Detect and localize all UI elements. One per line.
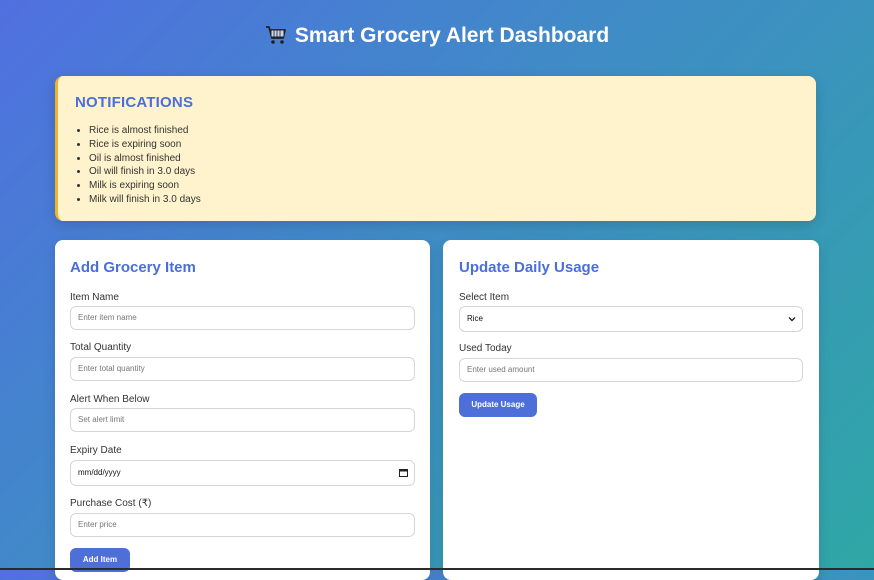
expiry-date-label: Expiry Date [70, 445, 122, 456]
used-today-label: Used Today [459, 343, 512, 354]
used-today-input[interactable]: Enter used amount [459, 358, 803, 382]
page-title-text: Smart Grocery Alert Dashboard [294, 24, 610, 47]
purchase-cost-label: Purchase Cost (₹) [70, 498, 152, 509]
item-name-input[interactable]: Enter item name [70, 306, 415, 330]
select-item-dropdown[interactable]: Rice [459, 306, 803, 332]
update-usage-card: Update Daily Usage Select Item Rice Used… [443, 240, 819, 580]
calendar-icon[interactable] [399, 461, 408, 485]
selected-item-value: Rice [467, 314, 484, 323]
update-usage-title: Update Daily Usage [459, 259, 600, 276]
chevron-down-icon [788, 307, 796, 331]
add-grocery-title: Add Grocery Item [70, 259, 196, 276]
notification-item: Milk is expiring soon [89, 179, 201, 193]
notification-item: Oil will finish in 3.0 days [89, 165, 201, 179]
notifications-title: NOTIFICATIONS [75, 94, 194, 111]
notification-item: Rice is almost finished [89, 124, 201, 138]
update-usage-button[interactable]: Update Usage [459, 393, 537, 417]
expiry-date-input[interactable]: mm/dd/yyyy [70, 460, 415, 486]
expiry-date-value: mm/dd/yyyy [78, 468, 121, 477]
total-quantity-input[interactable]: Enter total quantity [70, 357, 415, 381]
page-title: Smart Grocery Alert Dashboard [0, 24, 874, 51]
purchase-cost-input[interactable]: Enter price [70, 513, 415, 537]
shopping-cart-icon [265, 25, 287, 51]
alert-limit-label: Alert When Below [70, 394, 150, 405]
add-grocery-card: Add Grocery Item Item Name Enter item na… [55, 240, 430, 580]
select-item-label: Select Item [459, 292, 510, 303]
total-quantity-label: Total Quantity [70, 342, 132, 353]
notification-item: Milk will finish in 3.0 days [89, 193, 201, 207]
notification-item: Rice is expiring soon [89, 138, 201, 152]
alert-limit-input[interactable]: Set alert limit [70, 408, 415, 432]
notifications-panel: NOTIFICATIONS Rice is almost finished Ri… [55, 76, 816, 221]
notification-item: Oil is almost finished [89, 152, 201, 166]
notifications-list: Rice is almost finished Rice is expiring… [75, 124, 201, 207]
item-name-label: Item Name [70, 292, 119, 303]
